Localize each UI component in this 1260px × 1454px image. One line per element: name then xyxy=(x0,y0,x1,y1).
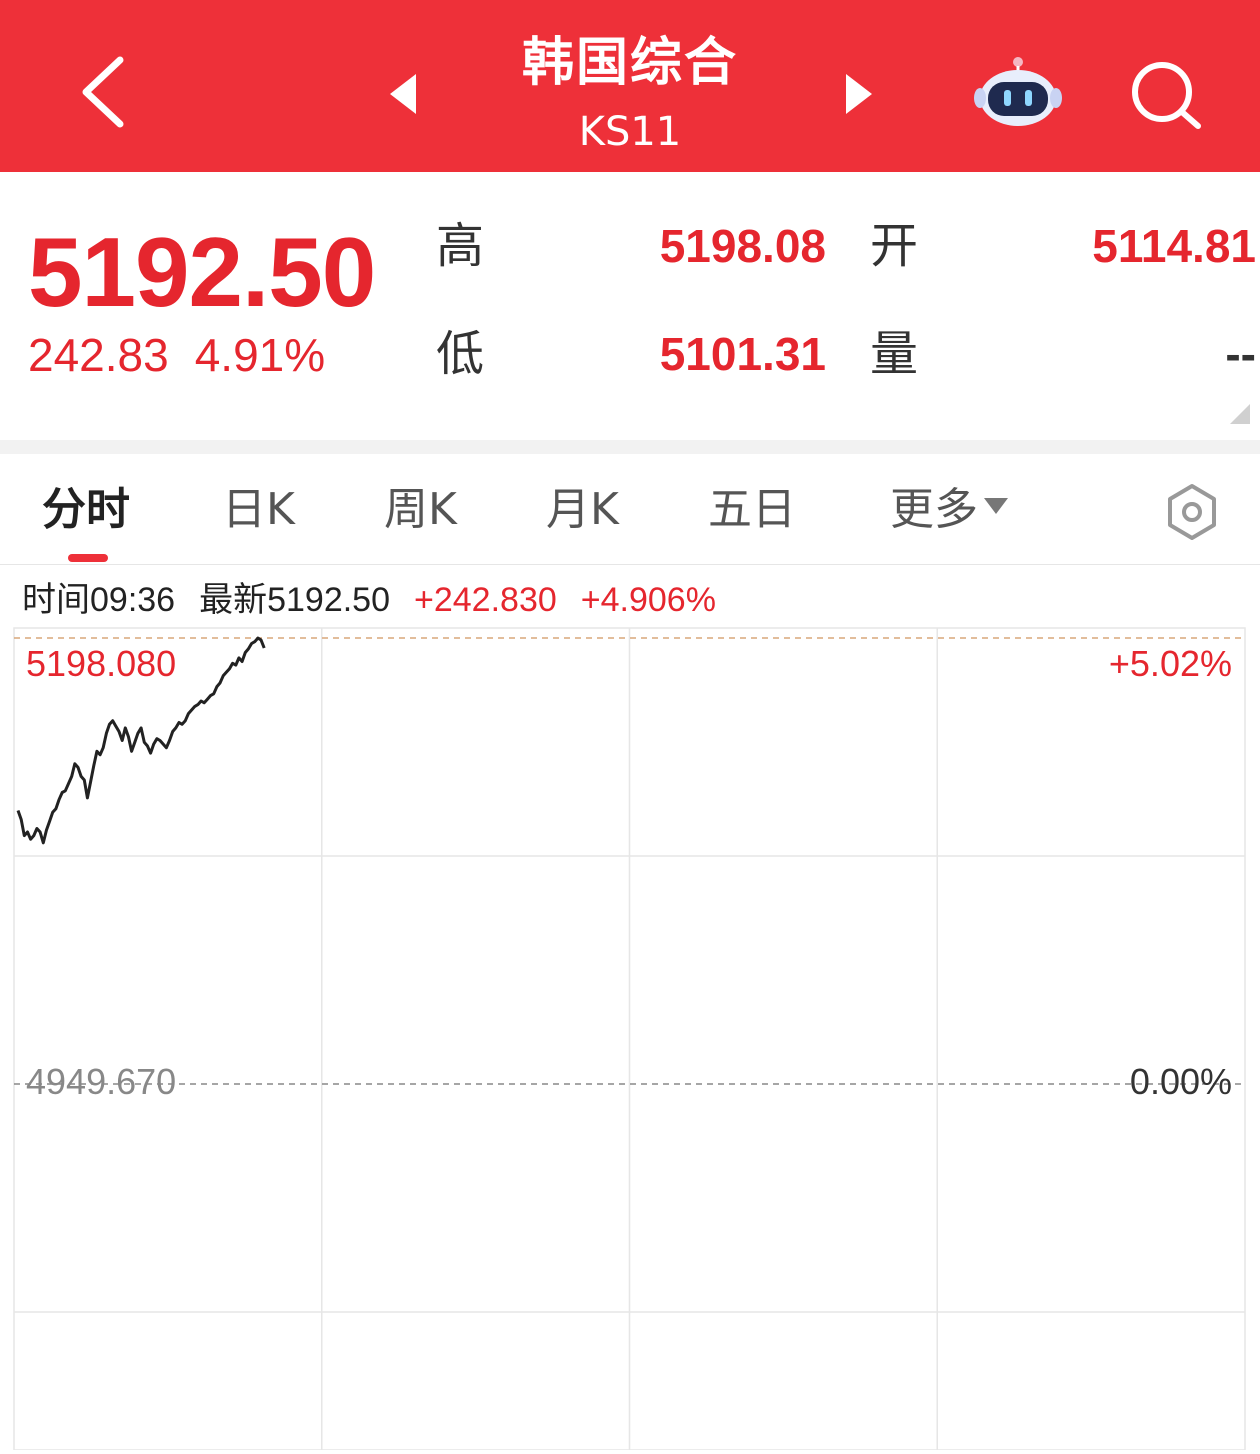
low-value: 5101.31 xyxy=(659,328,826,380)
search-icon[interactable] xyxy=(1128,58,1206,132)
y-label-top-left: 5198.080 xyxy=(26,643,177,684)
active-tab-indicator xyxy=(68,554,108,562)
tab-daily-k[interactable]: 日K xyxy=(222,482,295,538)
header-bar: 韩国综合 KS11 xyxy=(0,0,1260,172)
intraday-chart-svg xyxy=(13,627,1246,1451)
expand-corner-icon[interactable] xyxy=(1230,404,1250,424)
back-chevron-left-icon[interactable] xyxy=(70,52,140,132)
section-divider xyxy=(0,440,1260,454)
volume-label: 量 xyxy=(870,326,919,382)
crosshair-info-bar: 时间09:36 最新5192.50 +242.830 +4.906% xyxy=(22,578,716,622)
tab-weekly-k[interactable]: 周K xyxy=(384,482,457,538)
settings-hexagon-icon[interactable] xyxy=(1162,482,1222,542)
prev-triangle-left-icon[interactable] xyxy=(386,72,422,116)
tab-more[interactable]: 更多 xyxy=(890,482,1008,538)
next-triangle-right-icon[interactable] xyxy=(840,72,876,116)
low-label: 低 xyxy=(436,326,485,382)
info-change: +242.830 xyxy=(414,581,557,619)
tab-monthly-k[interactable]: 月K xyxy=(546,482,619,538)
open-value: 5114.81 xyxy=(1092,220,1256,272)
caret-down-icon xyxy=(984,498,1008,514)
high-value: 5198.08 xyxy=(659,220,826,272)
chart-tabs: 分时 日K 周K 月K 五日 更多 xyxy=(0,454,1260,565)
page-title: 韩国综合 xyxy=(521,33,738,93)
tab-five-day[interactable]: 五日 xyxy=(708,482,796,538)
y-label-ref-right: 0.00% xyxy=(1129,1061,1232,1102)
stock-code: KS11 xyxy=(578,109,682,155)
change-value: 242.83 xyxy=(28,329,169,381)
y-label-ref-left: 4949.670 xyxy=(26,1061,177,1102)
info-change-percent: +4.906% xyxy=(580,581,716,619)
current-price: 5192.50 xyxy=(28,217,376,327)
tab-intraday[interactable]: 分时 xyxy=(42,482,130,538)
y-label-top-right: +5.02% xyxy=(1108,643,1232,684)
info-time: 时间09:36 xyxy=(22,581,176,619)
volume-value: -- xyxy=(1225,328,1256,380)
quote-panel: 5192.50 242.83 4.91% 高 5198.08 开 5114.81 … xyxy=(0,172,1260,440)
price-change: 242.83 4.91% xyxy=(28,330,351,380)
intraday-chart[interactable]: 5198.080 +5.02% 4949.670 0.00% xyxy=(0,620,1260,1451)
tab-more-label: 更多 xyxy=(890,484,978,535)
info-latest: 最新5192.50 xyxy=(199,581,390,619)
high-label: 高 xyxy=(436,218,485,274)
assistant-robot-icon[interactable] xyxy=(972,54,1064,130)
change-percent: 4.91% xyxy=(194,329,326,381)
open-label: 开 xyxy=(870,218,919,274)
